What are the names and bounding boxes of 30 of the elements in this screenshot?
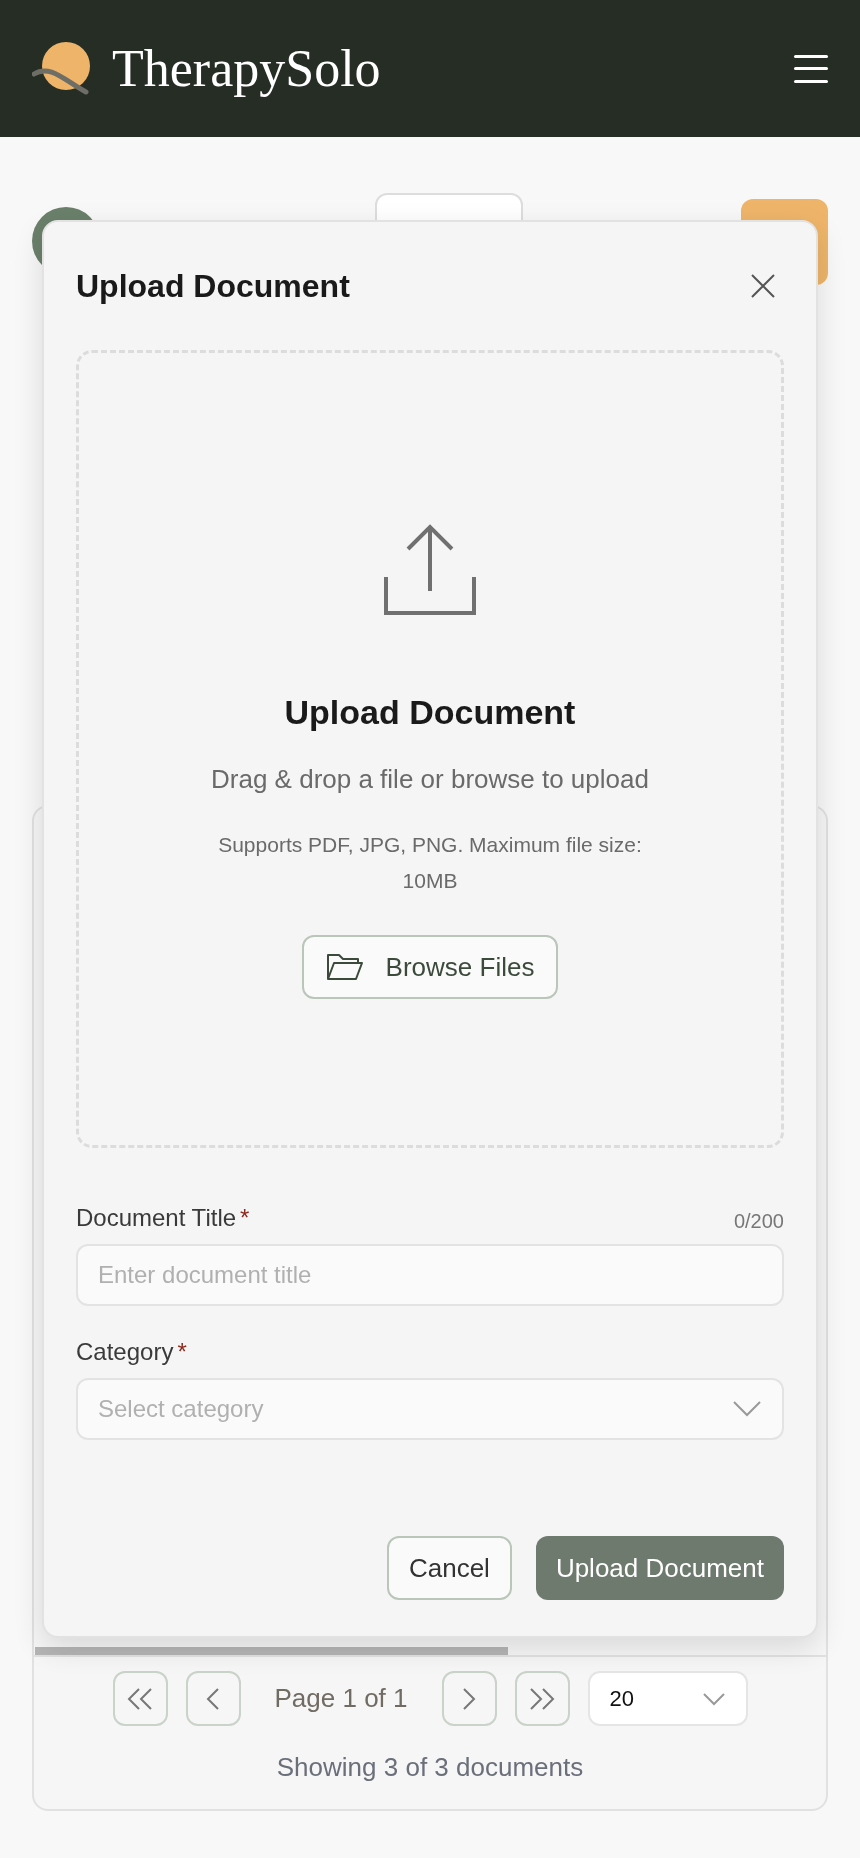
field-label: Category xyxy=(76,1337,174,1367)
chevron-down-icon xyxy=(732,1400,762,1418)
chevron-down-icon xyxy=(701,1691,726,1706)
menu-icon[interactable] xyxy=(794,54,828,83)
chevron-right-icon xyxy=(462,1686,476,1711)
double-chevron-left-icon xyxy=(127,1686,153,1711)
field-label: Document Title xyxy=(76,1203,237,1233)
first-page-button[interactable] xyxy=(112,1671,168,1726)
brand-name: TherapySolo xyxy=(112,38,381,99)
required-mark: * xyxy=(177,1337,187,1367)
required-mark: * xyxy=(240,1203,250,1233)
dialog-title: Upload Document xyxy=(76,267,350,306)
double-chevron-right-icon xyxy=(529,1686,555,1711)
upload-document-button[interactable]: Upload Document xyxy=(535,1536,784,1600)
character-counter: 0/200 xyxy=(733,1209,784,1234)
folder-icon xyxy=(325,953,364,981)
chevron-left-icon xyxy=(206,1686,220,1711)
dropzone-heading: Upload Document xyxy=(284,692,576,733)
last-page-button[interactable] xyxy=(514,1671,570,1726)
dropzone-subtext: Drag & drop a file or browse to upload xyxy=(211,763,649,796)
page-size-select[interactable]: 20 xyxy=(587,1671,748,1726)
sun-logo-icon xyxy=(32,41,92,96)
input-field[interactable]: Enter document title xyxy=(76,1244,784,1306)
close-icon[interactable] xyxy=(750,273,776,299)
results-summary: Showing 3 of 3 documents xyxy=(276,1751,584,1784)
file-requirements-text: Supports PDF, JPG, PNG. Maximum file size: 10MB xyxy=(217,832,643,894)
browse-files-button[interactable]: Browse Files xyxy=(301,935,559,999)
cancel-button[interactable]: Cancel xyxy=(386,1536,512,1600)
drop-zone[interactable]: Upload Document Drag & drop a file or browse to upload Supports PDF, JPG, PNG. Maximum file size: 10MB Browse Files xyxy=(76,350,784,1148)
page-indicator: Page 1 of 1 xyxy=(273,1682,409,1715)
